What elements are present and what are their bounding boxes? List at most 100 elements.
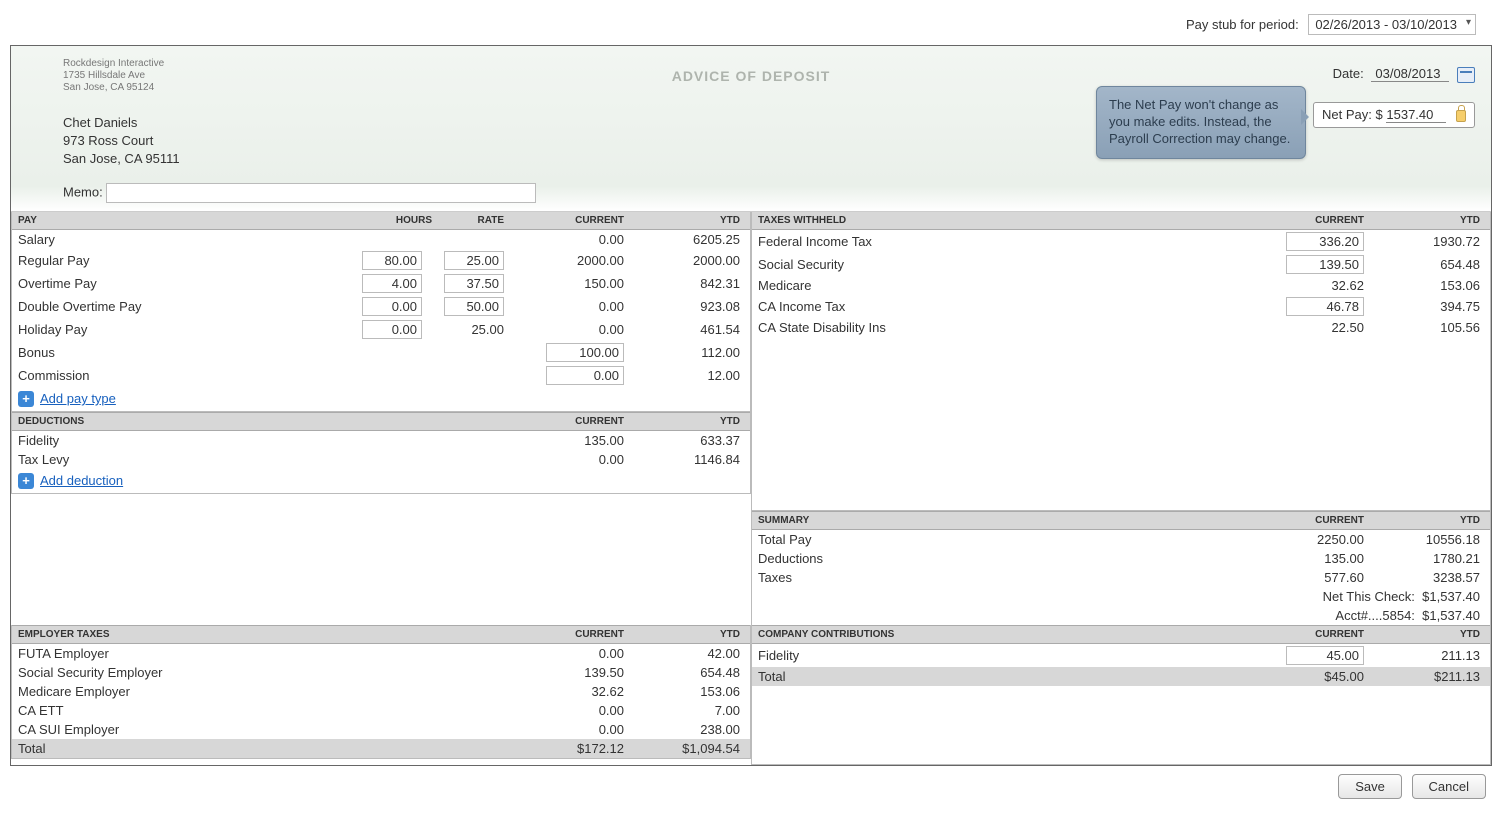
- pay-header: PAY Hours Rate Current YTD: [12, 211, 750, 230]
- current-input[interactable]: 139.50: [1286, 255, 1364, 274]
- row-current: 22.50: [1264, 320, 1364, 335]
- row-label: FUTA Employer: [18, 646, 524, 661]
- hours-input[interactable]: 4.00: [362, 274, 422, 293]
- row-ytd: 394.75: [1364, 299, 1484, 314]
- date-block: Date: 03/08/2013: [1333, 66, 1475, 83]
- row-current: 0.00: [524, 722, 624, 737]
- pay-ytd: 12.00: [624, 368, 744, 383]
- add-pay-row: + Add pay type: [12, 387, 750, 411]
- add-pay-link[interactable]: Add pay type: [40, 391, 116, 406]
- row-current: 0.00: [524, 646, 624, 661]
- pay-label: Regular Pay: [18, 253, 362, 268]
- period-select[interactable]: 02/26/2013 - 03/10/2013: [1308, 14, 1476, 35]
- summary-footer1: Net This Check: $1,537.40: [752, 587, 1490, 606]
- taxes-title: TAXES WITHHELD: [758, 215, 1244, 226]
- row-current: 336.20: [1264, 232, 1364, 251]
- col-rate: Rate: [432, 215, 504, 226]
- row-current: 32.62: [1264, 278, 1364, 293]
- company-contrib-total: Total $45.00 $211.13: [752, 667, 1490, 686]
- row-ytd: 1780.21: [1364, 551, 1484, 566]
- memo-label: Memo:: [63, 184, 103, 199]
- pay-hours: 0.00: [362, 297, 432, 316]
- advice-title: ADVICE OF DEPOSIT: [672, 68, 831, 84]
- spacer: [11, 494, 751, 586]
- row-ytd: 105.56: [1364, 320, 1484, 335]
- pay-label: Holiday Pay: [18, 322, 362, 337]
- col-right-upper: TAXES WITHHELD Current YTD Federal Incom…: [751, 212, 1491, 626]
- pay-label: Double Overtime Pay: [18, 299, 362, 314]
- col-ytd: YTD: [624, 416, 744, 427]
- row-ytd: 1930.72: [1364, 234, 1484, 249]
- rate-input[interactable]: 25.00: [444, 251, 504, 270]
- date-label: Date:: [1333, 66, 1364, 81]
- current-input[interactable]: 46.78: [1286, 297, 1364, 316]
- hours-input[interactable]: 0.00: [362, 320, 422, 339]
- lock-icon: [1456, 110, 1466, 122]
- pay-ytd: 2000.00: [624, 253, 744, 268]
- rate-input[interactable]: 37.50: [444, 274, 504, 293]
- company-contrib-header: COMPANY CONTRIBUTIONS Current YTD: [752, 625, 1490, 644]
- col-ytd: YTD: [1364, 629, 1484, 640]
- employer-taxes-title: EMPLOYER TAXES: [18, 629, 504, 640]
- netpay-box: Net Pay: $ 1537.40: [1313, 102, 1475, 128]
- memo-input[interactable]: [106, 183, 536, 203]
- acct-value: $1,537.40: [1422, 608, 1480, 623]
- pay-row: Regular Pay80.0025.002000.002000.00: [12, 249, 750, 272]
- table-row: Fidelity135.00633.37: [12, 431, 750, 450]
- date-input[interactable]: 03/08/2013: [1371, 66, 1449, 82]
- hours-input[interactable]: 0.00: [362, 297, 422, 316]
- row-ytd: 633.37: [624, 433, 744, 448]
- pay-ytd: 461.54: [624, 322, 744, 337]
- pay-row: Double Overtime Pay0.0050.000.00923.08: [12, 295, 750, 318]
- pay-title: PAY: [18, 215, 362, 226]
- table-row: Federal Income Tax336.201930.72: [752, 230, 1490, 253]
- current-input[interactable]: 100.00: [546, 343, 624, 362]
- total-current: $45.00: [1264, 669, 1364, 684]
- buttons-bar: Save Cancel: [10, 766, 1492, 801]
- table-row: Medicare32.62153.06: [752, 276, 1490, 295]
- row-current: 45.00: [1264, 646, 1364, 665]
- plus-icon[interactable]: +: [18, 391, 34, 407]
- col-ytd: YTD: [624, 629, 744, 640]
- table-row: Total Pay2250.0010556.18: [752, 530, 1490, 549]
- header-area: Rockdesign Interactive 1735 Hillsdale Av…: [11, 46, 1491, 212]
- col-current: Current: [1244, 515, 1364, 526]
- cancel-button[interactable]: Cancel: [1412, 774, 1486, 799]
- pay-current: 0.00: [504, 232, 624, 247]
- pay-ytd: 923.08: [624, 299, 744, 314]
- calendar-icon[interactable]: [1457, 67, 1475, 83]
- row-current: 32.62: [524, 684, 624, 699]
- pay-label: Overtime Pay: [18, 276, 362, 291]
- hours-input[interactable]: 80.00: [362, 251, 422, 270]
- plus-icon[interactable]: +: [18, 473, 34, 489]
- total-label: Total: [18, 741, 524, 756]
- col-current: Current: [1244, 215, 1364, 226]
- row-label: Medicare Employer: [18, 684, 524, 699]
- pay-rate: 50.00: [432, 297, 504, 316]
- col-ytd: YTD: [624, 215, 744, 226]
- row-label: Fidelity: [18, 433, 504, 448]
- netpay-value: 1537.40: [1386, 107, 1446, 123]
- table-row: Medicare Employer32.62153.06: [12, 682, 750, 701]
- row-current: 0.00: [524, 703, 624, 718]
- rate-input[interactable]: 50.00: [444, 297, 504, 316]
- pay-current: 150.00: [504, 276, 624, 291]
- employer-taxes-section: EMPLOYER TAXES Current YTD FUTA Employer…: [11, 625, 751, 759]
- col-hours: Hours: [362, 215, 432, 226]
- pay-row: Commission0.0012.00: [12, 364, 750, 387]
- save-button[interactable]: Save: [1338, 774, 1402, 799]
- current-input[interactable]: 0.00: [546, 366, 624, 385]
- pay-label: Salary: [18, 232, 362, 247]
- current-input[interactable]: 336.20: [1286, 232, 1364, 251]
- current-input[interactable]: 45.00: [1286, 646, 1364, 665]
- row-ytd: 10556.18: [1364, 532, 1484, 547]
- top-bar: Pay stub for period: 02/26/2013 - 03/10/…: [10, 10, 1492, 45]
- row-label: CA Income Tax: [758, 299, 1264, 314]
- pay-label: Bonus: [18, 345, 362, 360]
- company-contrib-title: COMPANY CONTRIBUTIONS: [758, 629, 1244, 640]
- add-deduction-link[interactable]: Add deduction: [40, 473, 123, 488]
- upper-grid: PAY Hours Rate Current YTD Salary0.00620…: [11, 212, 1491, 626]
- row-ytd: 153.06: [1364, 278, 1484, 293]
- row-label: Total Pay: [758, 532, 1264, 547]
- total-ytd: $211.13: [1364, 669, 1484, 684]
